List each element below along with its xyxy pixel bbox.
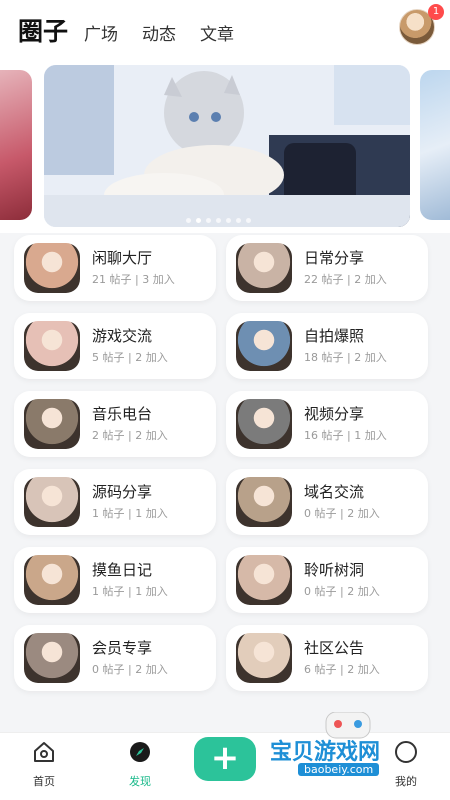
nav-mine-label: 我的 <box>395 775 417 788</box>
circle-thumbnail <box>24 555 80 605</box>
circle-card[interactable]: 社区公告 6 帖子 | 2 加入 <box>226 625 428 691</box>
banner-carousel[interactable] <box>0 58 450 233</box>
circle-title: 会员专享 <box>92 639 153 657</box>
circle-title: 闲聊大厅 <box>92 249 153 267</box>
plus-icon: + <box>210 738 240 778</box>
circle-title: 音乐电台 <box>92 405 153 423</box>
nav-home[interactable]: 首页 <box>14 739 74 789</box>
circle-title: 日常分享 <box>304 249 365 267</box>
circle-stats: 5 帖子 | 2 加入 <box>92 351 168 364</box>
circle-title: 摸鱼日记 <box>92 561 153 579</box>
home-icon <box>34 742 54 762</box>
circle-thumbnail <box>236 477 292 527</box>
circle-stats: 1 帖子 | 1 加入 <box>92 585 168 598</box>
circle-stats: 21 帖子 | 3 加入 <box>92 273 175 286</box>
tab-article[interactable]: 文章 <box>200 20 234 45</box>
top-bar: 圈子 广场 动态 文章 1 <box>0 0 450 58</box>
circle-thumbnail <box>236 321 292 371</box>
circle-card[interactable]: 闲聊大厅 21 帖子 | 3 加入 <box>14 235 216 301</box>
circle-thumbnail <box>24 477 80 527</box>
circle-stats: 0 帖子 | 2 加入 <box>304 585 380 598</box>
tab-dynamic[interactable]: 动态 <box>142 20 176 45</box>
carousel-dot[interactable] <box>236 218 241 223</box>
carousel-slide-next[interactable] <box>420 70 450 220</box>
nav-discover-label: 发现 <box>129 775 151 788</box>
circle-card[interactable]: 视频分享 16 帖子 | 1 加入 <box>226 391 428 457</box>
circle-card[interactable]: 自拍爆照 18 帖子 | 2 加入 <box>226 313 428 379</box>
circle-thumbnail <box>24 243 80 293</box>
circle-thumbnail <box>236 399 292 449</box>
circle-title: 游戏交流 <box>92 327 153 345</box>
watermark-text: 宝贝游戏网 <box>270 740 381 765</box>
carousel-dot[interactable] <box>216 218 221 223</box>
circle-stats: 2 帖子 | 2 加入 <box>92 429 168 442</box>
carousel-dot[interactable] <box>246 218 251 223</box>
carousel-dot-active[interactable] <box>196 218 201 223</box>
circle-thumbnail <box>24 399 80 449</box>
circle-title: 源码分享 <box>92 483 153 501</box>
circle-stats: 0 帖子 | 2 加入 <box>304 507 380 520</box>
circle-stats: 0 帖子 | 2 加入 <box>92 663 168 676</box>
page-title: 圈子 <box>18 17 69 46</box>
carousel-dot[interactable] <box>226 218 231 223</box>
tab-square[interactable]: 广场 <box>84 20 118 45</box>
circle-card[interactable]: 域名交流 0 帖子 | 2 加入 <box>226 469 428 535</box>
circle-card[interactable]: 摸鱼日记 1 帖子 | 1 加入 <box>14 547 216 613</box>
circle-thumbnail <box>236 243 292 293</box>
notification-badge: 1 <box>428 4 444 20</box>
circle-card[interactable]: 会员专享 0 帖子 | 2 加入 <box>14 625 216 691</box>
circle-title: 社区公告 <box>304 639 365 657</box>
nav-home-label: 首页 <box>33 775 55 788</box>
carousel-dot[interactable] <box>206 218 211 223</box>
circle-title: 视频分享 <box>304 405 365 423</box>
carousel-indicator <box>186 218 251 223</box>
circle-thumbnail <box>24 321 80 371</box>
circle-thumbnail <box>236 633 292 683</box>
circle-stats: 6 帖子 | 2 加入 <box>304 663 380 676</box>
publish-button[interactable]: + <box>194 737 256 781</box>
circle-stats: 22 帖子 | 2 加入 <box>304 273 387 286</box>
circle-title: 聆听树洞 <box>304 561 365 579</box>
watermark-url: baobeiy.com <box>298 763 380 776</box>
circle-card[interactable]: 聆听树洞 0 帖子 | 2 加入 <box>226 547 428 613</box>
compass-icon <box>130 742 150 762</box>
circle-card[interactable]: 游戏交流 5 帖子 | 2 加入 <box>14 313 216 379</box>
nav-discover[interactable]: 发现 <box>110 739 170 789</box>
circle-title: 自拍爆照 <box>304 327 365 345</box>
carousel-dot[interactable] <box>186 218 191 223</box>
circle-stats: 1 帖子 | 1 加入 <box>92 507 168 520</box>
circle-thumbnail <box>24 633 80 683</box>
circle-stats: 18 帖子 | 2 加入 <box>304 351 387 364</box>
circle-card[interactable]: 音乐电台 2 帖子 | 2 加入 <box>14 391 216 457</box>
banner-illustration <box>44 65 410 227</box>
circle-stats: 16 帖子 | 1 加入 <box>304 429 387 442</box>
carousel-slide-current[interactable] <box>44 65 410 227</box>
circle-card[interactable]: 日常分享 22 帖子 | 2 加入 <box>226 235 428 301</box>
circle-title: 域名交流 <box>304 483 365 501</box>
carousel-slide-previous[interactable] <box>0 70 32 220</box>
circle-card[interactable]: 源码分享 1 帖子 | 1 加入 <box>14 469 216 535</box>
circle-thumbnail <box>236 555 292 605</box>
